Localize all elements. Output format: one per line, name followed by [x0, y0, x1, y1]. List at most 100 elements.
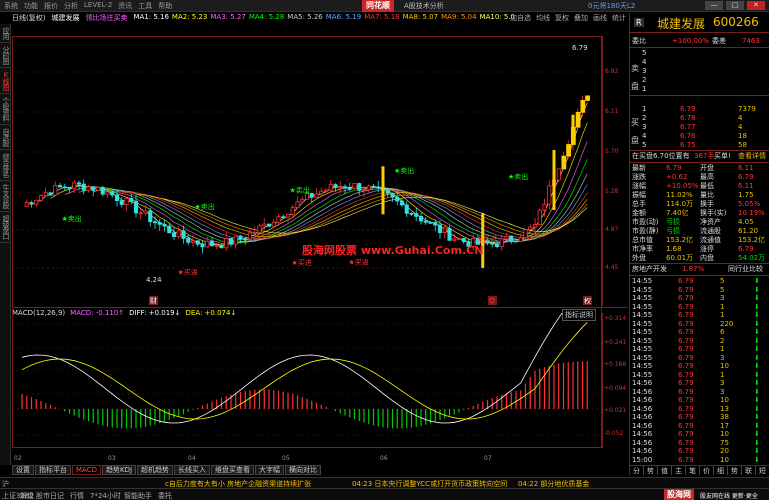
close-button[interactable]: ✕: [747, 1, 765, 10]
leftnav-item-apps[interactable]: 应用: [0, 24, 11, 43]
buy-volume: 18: [738, 132, 747, 140]
divider: [630, 150, 769, 151]
quote-tab[interactable]: 联: [742, 466, 756, 475]
draw-button[interactable]: 画线: [593, 13, 607, 23]
stat-row: 市盈(静) 亏损 流通股 61.20: [630, 227, 769, 236]
status-assistant[interactable]: 智能助手: [124, 491, 152, 500]
tab-indicator-platform[interactable]: 指标平台: [35, 465, 71, 475]
status-trade[interactable]: 委托: [158, 491, 172, 500]
status-jiepan[interactable]: 解盘: [20, 491, 34, 500]
news-item[interactable]: 04:22 部分地优质基金: [518, 479, 589, 488]
industry-name[interactable]: 房地产开发: [632, 265, 667, 274]
menu-item-tools[interactable]: 工具: [138, 1, 152, 11]
macd-chart[interactable]: [12, 313, 602, 448]
candle: [556, 168, 561, 181]
leftnav-item-ranking[interactable]: 综合排名: [0, 150, 11, 181]
minimize-button[interactable]: —: [705, 1, 723, 10]
menu-item-news[interactable]: 资讯: [118, 1, 132, 11]
kline-chart[interactable]: ★卖出 ★卖出 ★卖出 ★卖出 ★卖出 ★买进 ★买进 ★买进 ★买进 6.79 4.24 股海网股票…: [12, 36, 602, 306]
ma-label: MA3: 5.27: [210, 13, 246, 21]
candle: [129, 198, 134, 202]
leftnav-item-watchlist[interactable]: 自选股: [0, 125, 11, 150]
leftnav-item-timeshare[interactable]: 分时图: [0, 43, 11, 68]
period-label[interactable]: 日线(复权): [12, 13, 45, 24]
status-quote[interactable]: 行情: [70, 491, 84, 500]
quote-tab[interactable]: 势: [644, 466, 658, 475]
industry-compare-link[interactable]: 同行业比较: [728, 265, 763, 274]
quote-tab[interactable]: 分: [630, 466, 644, 475]
candle: [456, 238, 462, 240]
news-item[interactable]: c自后力度有大有小 房地产企融资渠道持续扩张: [165, 479, 311, 488]
status-7x24[interactable]: 7*24小时: [90, 491, 121, 500]
stat-label: 市盈(动): [632, 218, 659, 226]
overlay-button[interactable]: 叠加: [574, 13, 588, 23]
stat-label: 净资产: [700, 218, 721, 226]
tab-macd[interactable]: MACD: [72, 465, 101, 475]
quote-header: R 城建发展 600266: [630, 13, 769, 33]
quote-tab[interactable]: 价: [700, 466, 714, 475]
candle: [390, 192, 395, 198]
quote-tab[interactable]: 主: [672, 466, 686, 475]
menu-item-level2[interactable]: LEVEL-2: [84, 1, 112, 11]
maximize-button[interactable]: □: [726, 1, 744, 10]
candle: [461, 238, 466, 243]
stats-button[interactable]: 统计: [612, 13, 626, 23]
candle: [205, 240, 210, 248]
buy-price: 6.75: [680, 141, 696, 149]
signal-pillar: [552, 150, 556, 211]
tab-super-trend[interactable]: 超机趋势: [137, 465, 174, 475]
leftnav-item-profile[interactable]: 个股资料: [0, 94, 11, 125]
tab-kdj[interactable]: 趋势KDJ: [101, 465, 137, 475]
tab-maintain-buy[interactable]: 维盘买查看: [211, 465, 255, 475]
indicator-name[interactable]: 领比场往买卖: [85, 13, 127, 24]
candle: [285, 213, 291, 218]
candle: [53, 185, 58, 196]
event-marker-label: Q: [489, 297, 495, 305]
adjust-button[interactable]: 复权: [555, 13, 569, 23]
menu-item-system[interactable]: 系统: [4, 1, 18, 11]
candle: [257, 225, 262, 233]
quote-tab[interactable]: 值: [658, 466, 672, 475]
macd-tick: +0.021: [604, 407, 627, 414]
candle: [342, 186, 348, 189]
weibi-label: 委比: [632, 37, 646, 45]
candle: [338, 186, 343, 189]
candle: [119, 200, 124, 205]
macd-tick: +0.241: [604, 339, 627, 346]
add-watchlist-button[interactable]: 加自选: [510, 13, 531, 23]
industry-row: 房地产开发 1.87% 同行业比较: [630, 265, 769, 274]
leftnav-item-kline[interactable]: K线图: [0, 68, 11, 94]
news-item[interactable]: 04:23 日本央行调整YCC或打开货币政策转向空间: [352, 479, 507, 488]
order-alert-bar: 在买盘6.70位置有 367手 买单! 查看详情: [630, 152, 769, 161]
candle: [167, 225, 172, 234]
candle: [110, 191, 115, 196]
leftnav-item-diagnosis[interactable]: 牛叉诊股: [0, 181, 11, 212]
candle: [452, 238, 457, 241]
tab-compare[interactable]: 横向对比: [285, 465, 322, 475]
quote-tab[interactable]: 细: [714, 466, 728, 475]
quote-code-letter[interactable]: R: [634, 18, 644, 27]
status-diary[interactable]: 股市日记: [36, 491, 64, 500]
tab-big-font[interactable]: 大字幅: [255, 465, 285, 475]
tab-long-buy[interactable]: 长线买入: [174, 465, 211, 475]
event-marker-label: 财: [150, 296, 157, 305]
leftnav-item-level2[interactable]: 超级盘口: [0, 212, 11, 243]
account-promo-link[interactable]: 0元将180天L2: [588, 0, 635, 12]
stat-value: 5.05%: [738, 200, 761, 208]
stat-value: 54.02万: [738, 254, 766, 262]
quote-tab[interactable]: 笔: [686, 466, 700, 475]
quote-tab[interactable]: 短: [756, 466, 769, 475]
tab-settings[interactable]: 设置: [12, 465, 34, 475]
candle: [176, 230, 181, 237]
quote-tab[interactable]: 势: [728, 466, 742, 475]
view-detail-link[interactable]: 查看详情: [738, 152, 766, 161]
menu-item-help[interactable]: 帮助: [158, 1, 172, 11]
candle: [76, 182, 82, 185]
ma-button[interactable]: 均线: [536, 13, 550, 23]
menu-item-function[interactable]: 功能: [24, 1, 38, 11]
candle: [361, 189, 367, 192]
menu-item-quote[interactable]: 报价: [44, 1, 58, 11]
menu-item-analysis[interactable]: 分析: [64, 1, 78, 11]
stat-value: 11.02%: [666, 191, 693, 199]
candle: [86, 186, 91, 191]
